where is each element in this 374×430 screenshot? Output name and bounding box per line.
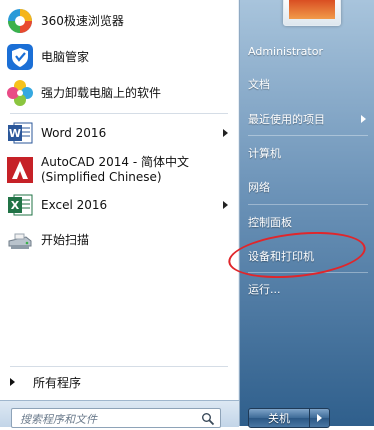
program-label: AutoCAD 2014 - 简体中文 (Simplified Chinese): [41, 155, 190, 184]
avatar-picture: [289, 0, 335, 19]
menu-item-run[interactable]: 运行...: [248, 278, 370, 300]
program-autocad-2014[interactable]: AutoCAD 2014 - 简体中文 (Simplified Chinese): [6, 151, 232, 189]
menu-item-label: 运行...: [248, 283, 281, 296]
shutdown-label: 关机: [268, 412, 290, 425]
divider: [248, 272, 368, 273]
menu-item-documents[interactable]: 文档: [248, 73, 370, 95]
svg-text:X: X: [11, 199, 20, 212]
divider: [10, 366, 228, 367]
program-360-browser[interactable]: 360极速浏览器: [6, 4, 232, 38]
all-programs-label: 所有程序: [33, 375, 82, 390]
scanner-icon: [6, 226, 34, 254]
user-avatar[interactable]: [283, 0, 341, 26]
menu-item-label: 设备和打印机: [248, 250, 314, 263]
360-browser-icon: [6, 7, 34, 35]
triangle-right-icon: [10, 378, 15, 386]
chevron-right-icon[interactable]: [223, 129, 228, 137]
divider: [248, 204, 368, 205]
word-icon: W: [6, 119, 34, 147]
divider: [10, 113, 228, 114]
divider: [248, 135, 368, 136]
menu-item-label: 网络: [248, 181, 270, 194]
program-label: Excel 2016: [41, 197, 108, 212]
autocad-icon: [6, 156, 34, 184]
chevron-right-icon: [361, 115, 366, 123]
menu-item-administrator[interactable]: Administrator: [248, 40, 370, 62]
program-uninstaller[interactable]: 强力卸载电脑上的软件: [6, 76, 232, 110]
program-excel-2016[interactable]: X Excel 2016: [6, 188, 232, 222]
pc-manager-shield-icon: [6, 43, 34, 71]
program-label: 360极速浏览器: [41, 13, 124, 28]
menu-item-label: 计算机: [248, 147, 281, 160]
program-word-2016[interactable]: W Word 2016: [6, 116, 232, 150]
menu-item-label: 最近使用的项目: [248, 113, 325, 126]
menu-item-recent-items[interactable]: 最近使用的项目: [248, 108, 370, 130]
search-icon[interactable]: [201, 411, 215, 430]
program-label: 电脑管家: [41, 49, 90, 64]
start-menu: 360极速浏览器 电脑管家 强力卸载电脑上的软件 W Word 2016 Aut…: [0, 0, 374, 428]
program-label: Word 2016: [41, 125, 107, 140]
chevron-right-icon[interactable]: [223, 201, 228, 209]
menu-item-control-panel[interactable]: 控制面板: [248, 211, 370, 233]
program-label: 强力卸载电脑上的软件: [41, 85, 162, 100]
all-programs-button[interactable]: 所有程序: [10, 372, 230, 392]
excel-icon: X: [6, 191, 34, 219]
menu-item-devices-and-printers[interactable]: 设备和打印机: [248, 245, 370, 267]
places-pane: Administrator 文档 最近使用的项目 计算机 网络 控制面板 设备和…: [240, 0, 374, 426]
svg-text:W: W: [9, 127, 21, 140]
menu-item-label: 文档: [248, 78, 270, 91]
shutdown-button[interactable]: 关机: [248, 408, 310, 428]
program-pc-manager[interactable]: 电脑管家: [6, 40, 232, 74]
shutdown-options-button[interactable]: [310, 408, 330, 428]
menu-item-computer[interactable]: 计算机: [248, 142, 370, 164]
program-label: 开始扫描: [41, 232, 90, 247]
programs-pane: 360极速浏览器 电脑管家 强力卸载电脑上的软件 W Word 2016 Aut…: [0, 0, 240, 428]
menu-item-label: Administrator: [248, 44, 323, 58]
chevron-right-icon: [317, 414, 322, 422]
menu-item-label: 控制面板: [248, 216, 292, 229]
search-input[interactable]: 搜索程序和文件: [11, 408, 221, 428]
menu-item-network[interactable]: 网络: [248, 176, 370, 198]
uninstaller-flower-icon: [6, 79, 34, 107]
search-placeholder: 搜索程序和文件: [20, 413, 97, 426]
program-start-scan[interactable]: 开始扫描: [6, 223, 232, 257]
